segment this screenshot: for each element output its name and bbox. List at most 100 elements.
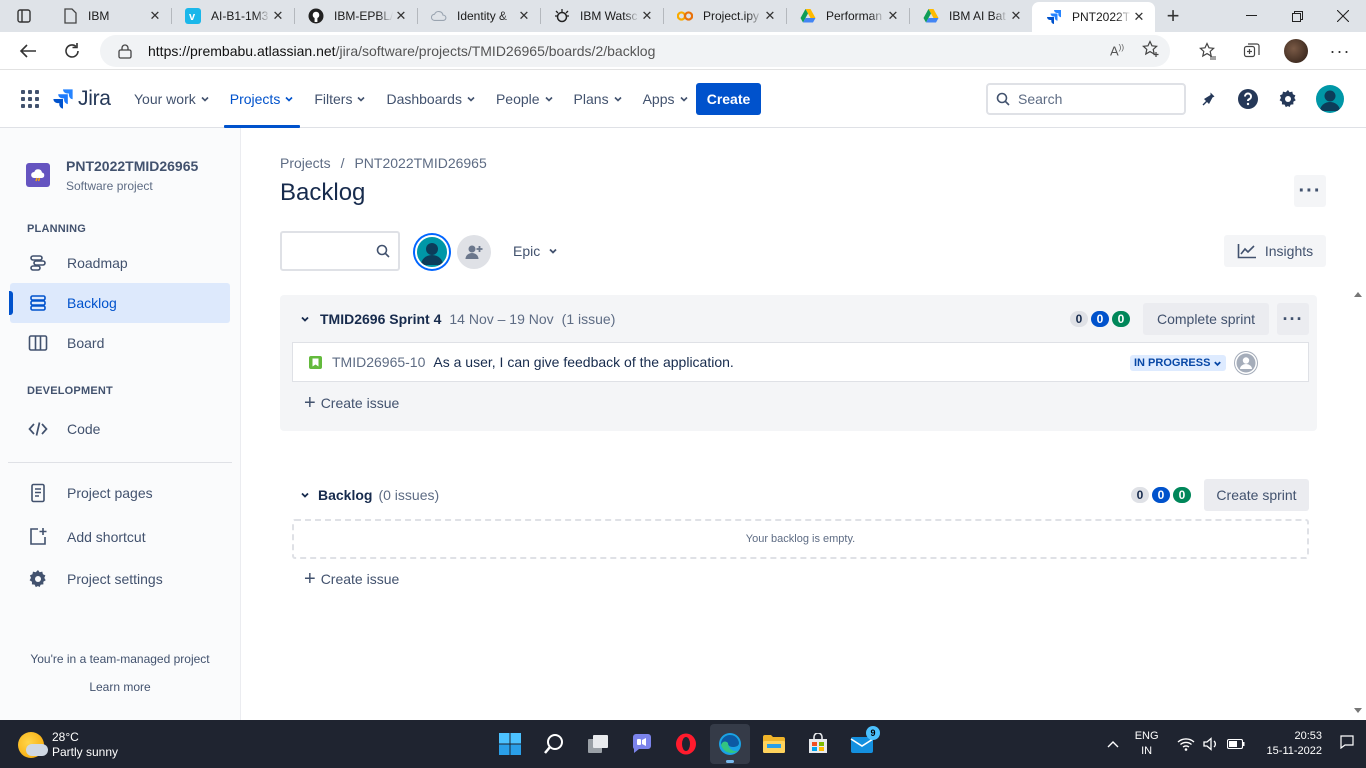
sidebar-item-project-settings[interactable]: Project settings — [10, 559, 230, 599]
unassigned-avatar[interactable] — [1234, 351, 1258, 375]
profile-button[interactable] — [1280, 35, 1312, 67]
settings-button[interactable] — [1274, 85, 1302, 113]
add-people-button[interactable] — [457, 235, 491, 269]
edge-button[interactable] — [710, 724, 750, 764]
browser-tab[interactable]: Project.ipy ✕ — [663, 0, 786, 32]
create-sprint-button[interactable]: Create sprint — [1204, 479, 1309, 511]
weather-widget[interactable]: 28°C Partly sunny — [18, 730, 118, 760]
search-input[interactable] — [1018, 91, 1168, 107]
menu-label: Plans — [573, 90, 609, 107]
close-window-button[interactable] — [1320, 0, 1366, 32]
start-button[interactable] — [490, 724, 530, 764]
menu-filters[interactable]: Filters — [304, 70, 376, 127]
backlog-search[interactable] — [280, 231, 400, 271]
app-switcher-icon[interactable] — [21, 90, 39, 108]
tab-actions-button[interactable] — [0, 0, 48, 32]
browser-tab[interactable]: Identity & ✕ — [417, 0, 540, 32]
chevron-down-icon[interactable] — [300, 314, 312, 324]
close-tab-icon[interactable]: ✕ — [885, 8, 901, 24]
sidebar-item-board[interactable]: Board — [10, 323, 230, 363]
status-dropdown[interactable]: IN PROGRESS — [1130, 355, 1227, 371]
restore-button[interactable] — [1274, 0, 1320, 32]
more-actions-button[interactable]: ··· — [1294, 175, 1326, 207]
insights-button[interactable]: Insights — [1224, 235, 1326, 267]
scroll-down-icon[interactable] — [1354, 708, 1362, 713]
sidebar-item-code[interactable]: Code — [10, 409, 230, 449]
menu-projects[interactable]: Projects — [220, 70, 305, 128]
store-button[interactable] — [798, 724, 838, 764]
minimize-button[interactable] — [1228, 0, 1274, 32]
close-tab-icon[interactable]: ✕ — [1008, 8, 1024, 24]
menu-people[interactable]: People — [486, 70, 564, 127]
learn-more-link[interactable]: Learn more — [0, 680, 240, 694]
menu-plans[interactable]: Plans — [564, 70, 633, 127]
menu-dashboards[interactable]: Dashboards — [376, 70, 486, 127]
mail-button[interactable]: 9 — [842, 724, 882, 764]
quick-settings[interactable] — [1177, 737, 1245, 751]
assignee-filter-avatar[interactable] — [415, 235, 449, 269]
scroll-up-icon[interactable] — [1354, 292, 1362, 297]
sidebar-item-project-pages[interactable]: Project pages — [10, 473, 230, 513]
browser-tab[interactable]: Performan ✕ — [786, 0, 909, 32]
breadcrumb-project[interactable]: PNT2022TMID26965 — [354, 155, 486, 171]
browser-tab[interactable]: IBM ✕ — [48, 0, 171, 32]
close-tab-icon[interactable]: ✕ — [762, 8, 778, 24]
taskbar-search-button[interactable] — [534, 724, 574, 764]
breadcrumb-projects[interactable]: Projects — [280, 155, 331, 171]
language-indicator[interactable]: ENG IN — [1135, 729, 1159, 759]
close-tab-icon[interactable]: ✕ — [1131, 9, 1147, 25]
teams-chat-button[interactable] — [622, 724, 662, 764]
sidebar-item-add-shortcut[interactable]: Add shortcut — [10, 517, 230, 557]
browser-tab[interactable]: IBM Watsc ✕ — [540, 0, 663, 32]
close-tab-icon[interactable]: ✕ — [639, 8, 655, 24]
backlog-header[interactable]: Backlog (0 issues) — [300, 485, 439, 505]
menu-apps[interactable]: Apps — [633, 70, 699, 127]
help-button[interactable] — [1234, 85, 1262, 113]
issue-key[interactable]: TMID26965-10 — [332, 354, 425, 370]
show-hidden-icons-button[interactable] — [1101, 740, 1125, 748]
backlog-search-input[interactable] — [288, 243, 376, 259]
create-issue-button[interactable]: + Create issue — [304, 567, 399, 591]
issue-row[interactable]: TMID26965-10 As a user, I can give feedb… — [292, 342, 1309, 382]
menu-your-work[interactable]: Your work — [124, 70, 220, 127]
opera-button[interactable] — [666, 724, 706, 764]
jira-logo[interactable]: Jira — [52, 87, 111, 111]
search-box[interactable] — [986, 83, 1186, 115]
browser-tab-active[interactable]: PNT2022T ✕ — [1032, 2, 1155, 32]
create-issue-button[interactable]: + Create issue — [304, 391, 399, 415]
back-button[interactable] — [10, 35, 46, 67]
notifications-button[interactable] — [1194, 85, 1222, 113]
user-avatar[interactable] — [1316, 85, 1344, 113]
sprint-header[interactable]: TMID2696 Sprint 4 14 Nov – 19 Nov (1 iss… — [300, 309, 615, 329]
task-view-button[interactable] — [578, 724, 618, 764]
clock[interactable]: 20:53 15-11-2022 — [1267, 729, 1322, 759]
close-tab-icon[interactable]: ✕ — [393, 8, 409, 24]
collections-button[interactable] — [1236, 35, 1268, 67]
sidebar-item-backlog[interactable]: Backlog — [9, 283, 230, 323]
epic-filter[interactable]: Epic — [513, 236, 558, 266]
url-bar[interactable]: https://prembabu.atlassian.net/jira/soft… — [100, 35, 1170, 67]
favorites-button[interactable] — [1192, 35, 1224, 67]
file-explorer-button[interactable] — [754, 724, 794, 764]
settings-more-button[interactable]: ··· — [1324, 35, 1356, 67]
complete-sprint-button[interactable]: Complete sprint — [1143, 303, 1269, 335]
create-button[interactable]: Create — [696, 83, 761, 115]
add-favorite-icon[interactable] — [1142, 39, 1160, 63]
favorites-icon — [1199, 42, 1216, 60]
project-header[interactable]: PNT2022TMID26965 Software project — [26, 158, 198, 193]
page-scrollbar[interactable] — [1350, 160, 1366, 720]
chevron-down-icon[interactable] — [300, 490, 312, 500]
new-tab-button[interactable]: + — [1155, 0, 1191, 32]
tab-title: IBM AI Bat — [949, 9, 1006, 23]
browser-tab[interactable]: IBM AI Bat ✕ — [909, 0, 1032, 32]
notifications-icon[interactable] — [1340, 734, 1354, 754]
close-tab-icon[interactable]: ✕ — [270, 8, 286, 24]
sprint-more-button[interactable]: ··· — [1277, 303, 1309, 335]
close-tab-icon[interactable]: ✕ — [147, 8, 163, 24]
browser-tab[interactable]: IBM-EPBL/ ✕ — [294, 0, 417, 32]
refresh-button[interactable] — [54, 35, 90, 67]
close-tab-icon[interactable]: ✕ — [516, 8, 532, 24]
read-aloud-icon[interactable]: A)) — [1110, 43, 1124, 58]
sidebar-item-roadmap[interactable]: Roadmap — [10, 243, 230, 283]
browser-tab[interactable]: v AI-B1-1M3 ✕ — [171, 0, 294, 32]
